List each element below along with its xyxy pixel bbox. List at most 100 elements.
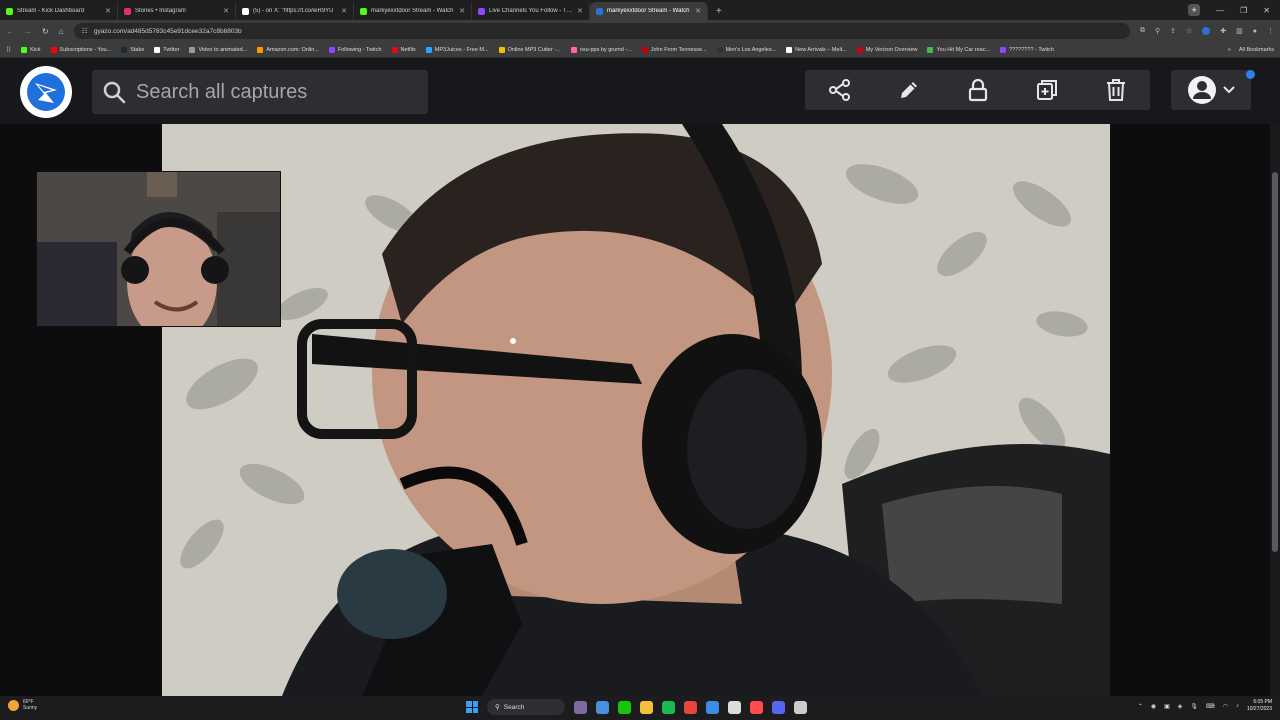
share-button[interactable] <box>805 70 874 110</box>
sidepanel-icon[interactable]: ▥ <box>1236 27 1243 35</box>
bookmark-item[interactable]: Men's Los Angeles... <box>716 46 776 53</box>
bookmark-item[interactable]: New Arrivals – Melt... <box>786 46 847 53</box>
browser-tab[interactable]: Stories • Instagram ✕ <box>118 2 236 20</box>
bookmark-item[interactable]: John From Tennesse... <box>641 46 707 53</box>
profile-icon[interactable]: ● <box>1253 28 1257 35</box>
restore-icon[interactable]: ❐ <box>1240 6 1247 15</box>
bookmark-item[interactable]: Amazon.com: Onlin... <box>257 46 319 53</box>
delete-button[interactable] <box>1081 70 1150 110</box>
bookmark-item[interactable]: Video to animated... <box>189 46 247 53</box>
bookmark-item[interactable]: Online MP3 Cutter -... <box>498 46 561 53</box>
window-controls: + — ❐ ✕ <box>1188 0 1280 20</box>
clock[interactable]: 6:05 PM 10/27/2023 <box>1247 699 1272 713</box>
bookmark-label: osu-pps by grumd -... <box>579 46 632 53</box>
app-icon-6[interactable] <box>794 700 807 714</box>
extensions-icon[interactable]: ✚ <box>1220 27 1226 35</box>
menu-icon[interactable]: ⋮ <box>1267 27 1274 35</box>
keyboard-icon[interactable]: ⌨ <box>1206 703 1215 710</box>
reload-icon[interactable]: ↻ <box>42 27 49 36</box>
browser-tab[interactable]: markyexxtdoor Stream - Watch ✕ <box>590 2 708 20</box>
microphone-icon[interactable]: 🎙 <box>1190 703 1198 710</box>
edit-button[interactable] <box>874 70 943 110</box>
duplicate-button[interactable] <box>1012 70 1081 110</box>
gyazo-logo-icon[interactable] <box>20 66 72 118</box>
tray-app-icon[interactable]: ◈ <box>1178 703 1183 710</box>
volume-icon[interactable]: ♪ <box>1236 703 1239 709</box>
new-window-icon[interactable]: + <box>1188 4 1201 16</box>
weather-widget[interactable]: 60°F Sunny <box>8 699 37 711</box>
browser-tab[interactable]: (5) - on X: "https://t.co/eiR9YU ✕ <box>236 2 354 20</box>
tab-close-icon[interactable]: ✕ <box>577 7 583 15</box>
tab-close-icon[interactable]: ✕ <box>459 7 465 15</box>
site-info-icon[interactable]: ☷ <box>82 27 88 35</box>
tab-close-icon[interactable]: ✕ <box>695 7 701 15</box>
scrollbar-thumb[interactable] <box>1272 172 1278 552</box>
tray-app-icon[interactable]: ▣ <box>1164 703 1170 710</box>
app-icon-5[interactable] <box>750 700 763 714</box>
extension-icon[interactable] <box>1202 27 1211 35</box>
bookmark-item[interactable]: Subscriptions - You... <box>50 46 111 53</box>
new-tab-icon[interactable]: + <box>708 2 730 20</box>
bookmark-item[interactable]: Stake <box>121 46 144 53</box>
weather-desc: Sunny <box>23 705 38 711</box>
search-input[interactable]: Search all captures <box>92 70 428 114</box>
bookmark-favicon-icon <box>189 46 196 53</box>
bookmark-item[interactable]: My Verizon Overview <box>856 46 917 53</box>
url-field[interactable]: ☷ gyazo.com/ad485d5783c45e91dcee32a7c8b6… <box>73 23 1130 39</box>
browser-tab[interactable]: Live Channels You Follow - Twit ✕ <box>472 2 590 20</box>
bookmark-item[interactable]: You Hit My Car reac... <box>927 46 990 53</box>
file-explorer-icon[interactable] <box>574 700 587 714</box>
spotify-icon[interactable] <box>662 700 675 714</box>
page-scrollbar[interactable] <box>1270 124 1280 696</box>
install-icon[interactable]: ⧉ <box>1140 27 1145 35</box>
back-icon[interactable]: ← <box>6 27 14 36</box>
bookmark-item[interactable]: osu-pps by grumd -... <box>570 46 632 53</box>
captured-image[interactable] <box>162 124 1110 696</box>
bookmark-item[interactable]: ???????? - Twitch <box>1000 46 1054 53</box>
app-icon-3[interactable] <box>706 700 719 714</box>
chrome-icon[interactable] <box>684 700 697 714</box>
gyazo-header: Search all captures <box>0 58 1280 124</box>
more-bookmarks-icon[interactable]: » <box>1228 47 1231 53</box>
user-menu-button[interactable] <box>1171 70 1251 110</box>
bookmark-label: Kick <box>30 46 41 53</box>
windows-start-icon[interactable] <box>466 701 478 713</box>
zoom-icon[interactable]: ⚲ <box>1155 27 1160 35</box>
apps-icon[interactable]: ⠿ <box>6 46 11 54</box>
share-page-icon[interactable]: ⇪ <box>1170 27 1176 35</box>
bookmark-star-icon[interactable]: ☆ <box>1186 27 1192 35</box>
home-icon[interactable]: ⌂ <box>59 27 64 36</box>
bookmark-item[interactable]: Following - Twitch <box>328 46 382 53</box>
bookmark-item[interactable]: Twitter <box>154 46 180 53</box>
discord-icon[interactable] <box>772 700 785 714</box>
app-icon-1[interactable] <box>596 700 609 714</box>
tray-app-icon[interactable]: ◉ <box>1151 703 1156 710</box>
app-icon-2[interactable] <box>618 700 631 714</box>
browser-tab[interactable]: markyexxtdoor Stream - Watch ✕ <box>354 2 472 20</box>
taskbar-search[interactable]: ⚲ Search <box>487 699 565 715</box>
bookmark-favicon-icon <box>570 46 577 53</box>
bookmark-item[interactable]: Netflix <box>391 46 416 53</box>
tray-overflow-icon[interactable]: ⌃ <box>1138 703 1143 710</box>
all-bookmarks-button[interactable]: All Bookmarks <box>1239 47 1274 53</box>
tab-close-icon[interactable]: ✕ <box>341 7 347 15</box>
bookmark-item[interactable]: Kick <box>21 46 41 53</box>
app-icon-4[interactable] <box>728 700 741 714</box>
browser-tab[interactable]: Stream - Kick Dashboard ✕ <box>0 2 118 20</box>
tab-close-icon[interactable]: ✕ <box>223 7 229 15</box>
privacy-button[interactable] <box>943 70 1012 110</box>
folder-icon[interactable] <box>640 700 653 714</box>
tab-close-icon[interactable]: ✕ <box>105 7 111 15</box>
taskbar-search-label: Search <box>503 703 525 711</box>
tab-title: (5) - on X: "https://t.co/eiR9YU <box>253 8 334 14</box>
sun-icon <box>8 699 19 711</box>
tab-favicon-icon <box>242 7 249 15</box>
minimize-icon[interactable]: — <box>1216 6 1224 15</box>
wifi-icon[interactable]: ◠ <box>1223 703 1228 710</box>
bookmark-label: Twitter <box>163 46 180 53</box>
tab-title: Stories • Instagram <box>135 8 186 14</box>
forward-icon[interactable]: → <box>24 27 32 36</box>
close-window-icon[interactable]: ✕ <box>1263 6 1270 15</box>
webcam-overlay <box>36 171 281 327</box>
bookmark-item[interactable]: MP3Juices - Free M... <box>425 46 489 53</box>
